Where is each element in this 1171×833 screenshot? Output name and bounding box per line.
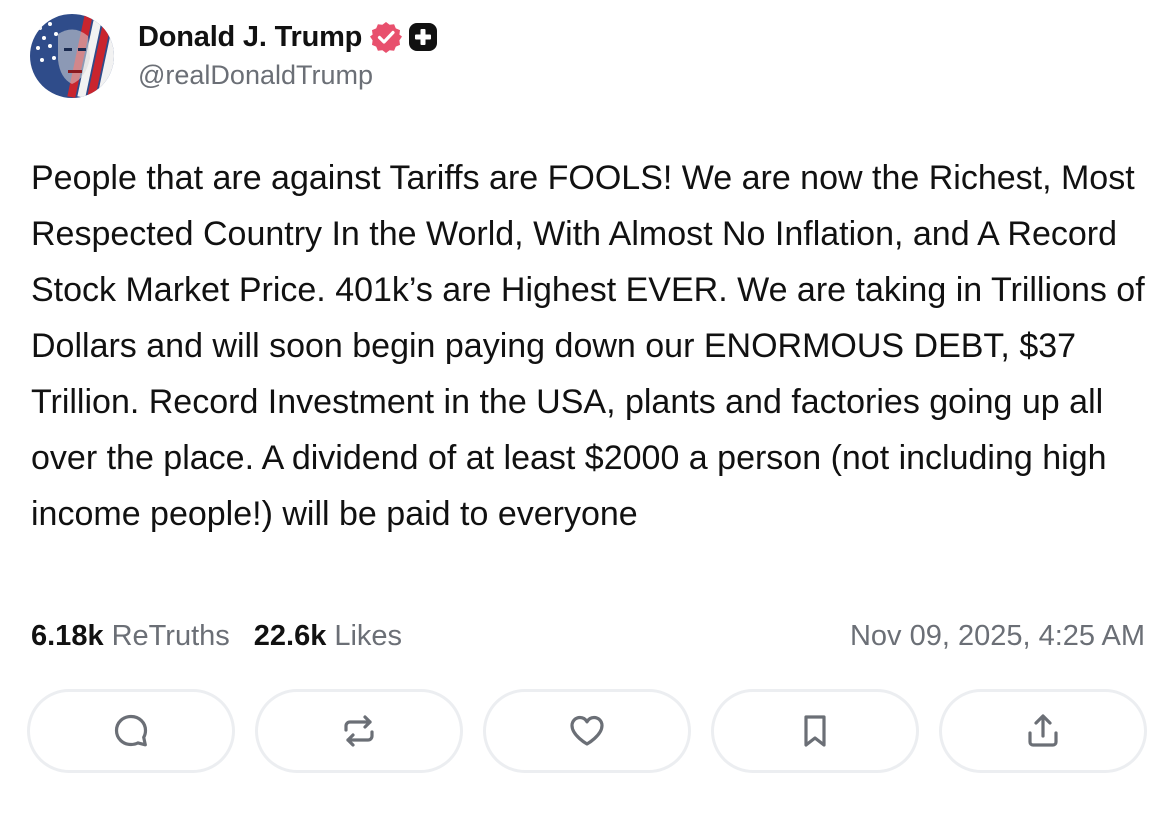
action-bar bbox=[27, 689, 1147, 773]
like-button[interactable] bbox=[483, 689, 691, 773]
author-display-name[interactable]: Donald J. Trump bbox=[138, 21, 362, 54]
post-stats: 6.18k ReTruths 22.6k Likes Nov 09, 2025,… bbox=[31, 614, 1145, 658]
retruths-stat[interactable]: 6.18k ReTruths bbox=[31, 620, 230, 653]
post-header: Donald J. Trump @realDonaldTrump bbox=[30, 14, 438, 98]
author-names: Donald J. Trump @realDonaldTrump bbox=[138, 18, 438, 91]
truth-post: Donald J. Trump @realDonaldTrump People … bbox=[0, 0, 1171, 833]
bookmark-icon bbox=[804, 715, 826, 747]
plus-badge-icon bbox=[408, 22, 438, 52]
retruths-label: ReTruths bbox=[111, 619, 230, 652]
author-handle[interactable]: @realDonaldTrump bbox=[138, 60, 438, 91]
retruths-count: 6.18k bbox=[31, 619, 104, 652]
comment-icon bbox=[114, 714, 148, 747]
name-row: Donald J. Trump bbox=[138, 18, 438, 56]
avatar[interactable] bbox=[30, 14, 114, 98]
share-icon bbox=[1028, 714, 1058, 747]
likes-label: Likes bbox=[334, 619, 403, 652]
post-text: People that are against Tariffs are FOOL… bbox=[31, 159, 1155, 533]
likes-count: 22.6k bbox=[253, 619, 327, 652]
retruth-button[interactable] bbox=[255, 689, 463, 773]
reply-button[interactable] bbox=[27, 689, 235, 773]
share-button[interactable] bbox=[939, 689, 1147, 773]
repost-icon bbox=[344, 715, 374, 747]
verified-badge-icon bbox=[370, 21, 403, 53]
bookmark-button[interactable] bbox=[711, 689, 919, 773]
post-timestamp[interactable]: Nov 09, 2025, 4:25 AM bbox=[850, 620, 1145, 653]
likes-stat[interactable]: 22.6k Likes bbox=[254, 620, 402, 653]
flag-portrait-avatar-icon bbox=[30, 14, 114, 98]
heart-icon bbox=[570, 715, 604, 746]
